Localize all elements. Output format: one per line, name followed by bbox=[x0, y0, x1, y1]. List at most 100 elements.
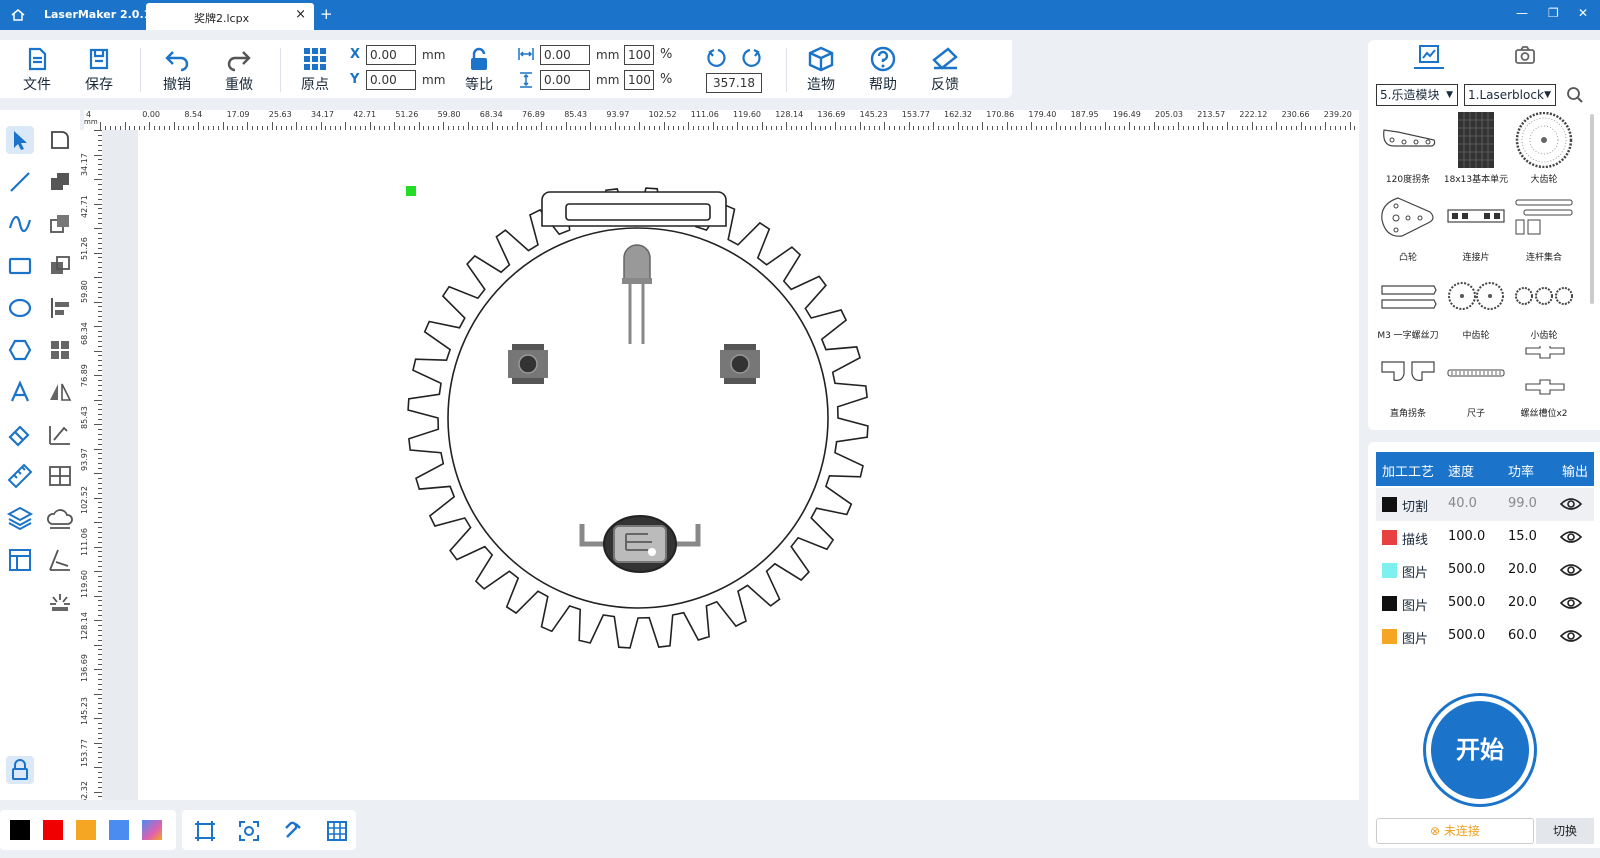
hanger-slot[interactable] bbox=[565, 203, 711, 221]
lib-item-screwdriver[interactable]: M3 一字螺丝刀 bbox=[1372, 268, 1444, 341]
laser-burst-icon[interactable] bbox=[46, 588, 74, 616]
button-right[interactable] bbox=[720, 344, 760, 384]
home-icon[interactable] bbox=[10, 7, 26, 23]
angle-icon[interactable] bbox=[46, 546, 74, 574]
layer-color-swatch[interactable] bbox=[1382, 497, 1397, 512]
library-scrollbar[interactable] bbox=[1590, 114, 1594, 304]
mirror-icon[interactable] bbox=[46, 378, 74, 406]
rotate-left-icon[interactable] bbox=[706, 46, 730, 70]
undo-button[interactable]: 撤销 bbox=[152, 44, 202, 96]
process-row[interactable]: 图片 500.0 60.0 bbox=[1376, 620, 1594, 653]
lib-item-small-gear[interactable]: 小齿轮 bbox=[1508, 268, 1580, 341]
layer-color-swatch[interactable] bbox=[1382, 563, 1397, 578]
layer-color-swatch[interactable] bbox=[1382, 629, 1397, 644]
eye-icon[interactable] bbox=[1560, 529, 1582, 545]
rotation-input[interactable]: 357.18 bbox=[706, 73, 762, 93]
restore-button[interactable]: ❐ bbox=[1548, 6, 1559, 20]
rotate-right-icon[interactable] bbox=[738, 46, 762, 70]
fit-canvas-icon[interactable] bbox=[194, 820, 216, 842]
search-icon[interactable] bbox=[1566, 86, 1584, 104]
lib-item-120-bar[interactable]: 120度拐条 bbox=[1372, 112, 1444, 185]
lib-item-basic-unit[interactable]: 18x13基本单元 bbox=[1440, 112, 1512, 185]
lib-item-ruler[interactable]: 尺子 bbox=[1440, 346, 1512, 419]
save-button[interactable]: 保存 bbox=[74, 44, 124, 96]
speed-value[interactable]: 100.0 bbox=[1448, 529, 1485, 544]
process-row[interactable]: 图片 500.0 20.0 bbox=[1376, 554, 1594, 587]
start-button[interactable]: 开始 bbox=[1426, 696, 1534, 804]
power-value[interactable]: 15.0 bbox=[1508, 529, 1537, 544]
grid-icon[interactable] bbox=[326, 820, 348, 842]
process-row[interactable]: 图片 500.0 20.0 bbox=[1376, 587, 1594, 620]
curve-tool-icon[interactable] bbox=[6, 210, 34, 238]
redo-button[interactable]: 重做 bbox=[214, 44, 264, 96]
layer-color-swatch[interactable] bbox=[1382, 596, 1397, 611]
swatch-blue[interactable] bbox=[109, 820, 129, 840]
select-tool-icon[interactable] bbox=[6, 126, 34, 154]
swatch-red[interactable] bbox=[43, 820, 63, 840]
align-left-icon[interactable] bbox=[46, 294, 74, 322]
medal-design[interactable] bbox=[138, 130, 1359, 800]
split-icon[interactable] bbox=[46, 462, 74, 490]
speed-value[interactable]: 40.0 bbox=[1448, 496, 1477, 511]
height-percent-input[interactable]: 100 bbox=[624, 70, 654, 90]
text-tool-icon[interactable] bbox=[6, 378, 34, 406]
ellipse-tool-icon[interactable] bbox=[6, 294, 34, 322]
intersect-icon[interactable] bbox=[46, 252, 74, 280]
eraser-tool-icon[interactable] bbox=[6, 420, 34, 448]
layers-icon[interactable] bbox=[6, 504, 34, 532]
lib-item-medium-gear[interactable]: 中齿轮 bbox=[1440, 268, 1512, 341]
build-button[interactable]: 造物 bbox=[796, 44, 846, 96]
edit-curve-icon[interactable] bbox=[46, 420, 74, 448]
minimize-button[interactable]: — bbox=[1516, 6, 1528, 20]
lib-item-cam[interactable]: 凸轮 bbox=[1372, 190, 1444, 263]
tab-close-icon[interactable]: × bbox=[295, 7, 306, 22]
swatch-black[interactable] bbox=[10, 820, 30, 840]
measure-tool-icon[interactable] bbox=[6, 462, 34, 490]
lib-item-connector[interactable]: 连接片 bbox=[1440, 190, 1512, 263]
array-icon[interactable] bbox=[46, 336, 74, 364]
speed-value[interactable]: 500.0 bbox=[1448, 628, 1485, 643]
close-button[interactable]: ✕ bbox=[1578, 6, 1588, 20]
polygon-tool-icon[interactable] bbox=[6, 336, 34, 364]
lib-item-link-set[interactable]: 连杆集合 bbox=[1508, 190, 1580, 263]
layer-color-swatch[interactable] bbox=[1382, 530, 1397, 545]
x-input[interactable]: 0.00 bbox=[366, 45, 416, 65]
proportional-lock-button[interactable]: 等比 bbox=[454, 44, 504, 96]
process-row[interactable]: 描线 100.0 15.0 bbox=[1376, 521, 1594, 554]
speed-value[interactable]: 500.0 bbox=[1448, 562, 1485, 577]
union-icon[interactable] bbox=[46, 168, 74, 196]
width-percent-input[interactable]: 100 bbox=[624, 45, 654, 65]
process-row[interactable]: 切割 40.0 99.0 bbox=[1376, 488, 1594, 521]
button-left[interactable] bbox=[508, 344, 548, 384]
design-canvas[interactable] bbox=[138, 130, 1359, 800]
eye-icon[interactable] bbox=[1560, 562, 1582, 578]
speed-value[interactable]: 500.0 bbox=[1448, 595, 1485, 610]
chart-tab-icon[interactable] bbox=[1418, 44, 1440, 66]
camera-tab-icon[interactable] bbox=[1514, 44, 1536, 66]
origin-button[interactable]: 原点 bbox=[290, 44, 340, 96]
power-value[interactable]: 20.0 bbox=[1508, 595, 1537, 610]
eye-icon[interactable] bbox=[1560, 496, 1582, 512]
lock-icon[interactable] bbox=[6, 756, 34, 784]
file-button[interactable]: 文件 bbox=[12, 44, 62, 96]
layout-icon[interactable] bbox=[6, 546, 34, 574]
lib-item-screw-slot[interactable]: 螺丝槽位x2 bbox=[1508, 346, 1580, 419]
eye-icon[interactable] bbox=[1560, 628, 1582, 644]
y-input[interactable]: 0.00 bbox=[366, 70, 416, 90]
add-tab-icon[interactable]: + bbox=[320, 5, 333, 23]
zoom-fit-icon[interactable] bbox=[238, 820, 260, 842]
subtract-icon[interactable] bbox=[46, 210, 74, 238]
height-input[interactable]: 0.00 bbox=[540, 70, 590, 90]
rectangle-tool-icon[interactable] bbox=[6, 252, 34, 280]
width-input[interactable]: 0.00 bbox=[540, 45, 590, 65]
help-button[interactable]: 帮助 bbox=[858, 44, 908, 96]
swatch-orange[interactable] bbox=[76, 820, 96, 840]
category-select[interactable]: 5.乐造模块 ▼ bbox=[1376, 84, 1458, 106]
node-edit-icon[interactable] bbox=[46, 126, 74, 154]
document-tab[interactable]: 奖牌2.lcpx × bbox=[146, 3, 314, 30]
feedback-button[interactable]: 反馈 bbox=[920, 44, 970, 96]
power-value[interactable]: 99.0 bbox=[1508, 496, 1537, 511]
cloud-icon[interactable] bbox=[46, 504, 74, 532]
lib-item-large-gear[interactable]: 大齿轮 bbox=[1508, 112, 1580, 185]
connection-status[interactable]: ⊗ 未连接 bbox=[1376, 818, 1534, 844]
